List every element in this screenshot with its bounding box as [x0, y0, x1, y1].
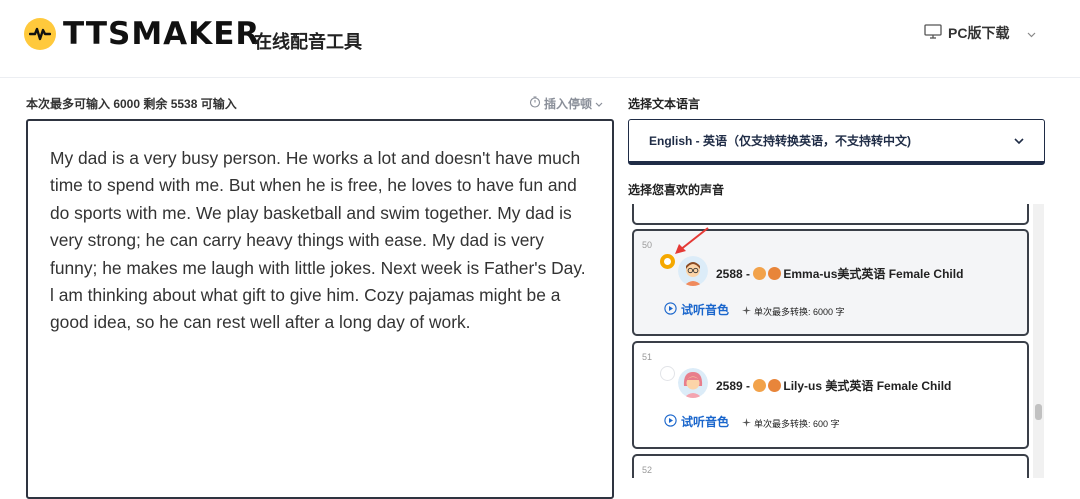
text-input-area[interactable]: My dad is a very busy person. He works a… [26, 119, 614, 499]
brand-subtitle: 在线配音工具 [254, 32, 362, 53]
play-circle-icon [664, 301, 677, 318]
voice-name: 2589 - Lily-us 美式英语 Female Child [716, 377, 951, 394]
listen-voice-button[interactable]: 试听音色 [664, 413, 729, 430]
language-section-title: 选择文本语言 [628, 97, 701, 111]
pc-download-menu[interactable]: PC版下载 [924, 23, 1036, 43]
child-emoji-icon [753, 379, 767, 392]
child-emoji-icon [768, 379, 782, 392]
child-avatar-icon [678, 368, 708, 398]
logo-mark-icon [24, 18, 56, 50]
annotation-arrow [675, 227, 709, 254]
child-emoji-icon [768, 267, 782, 280]
voice-radio[interactable] [660, 366, 675, 381]
chevron-down-icon [595, 97, 603, 111]
voice-name: 2588 - Emma-us美式英语 Female Child [716, 265, 963, 282]
brand-name: TTSMAKER [63, 16, 261, 52]
insert-pause-button[interactable]: 插入停顿 [529, 95, 603, 112]
input-limit-label: 本次最多可输入 6000 剩余 5538 可输入 [26, 97, 237, 111]
child-avatar-icon [678, 256, 708, 286]
listen-label: 试听音色 [681, 303, 730, 317]
voice-id: 2588 - [716, 267, 754, 281]
play-circle-icon [664, 413, 677, 430]
voice-limit: 单次最多转换: 600 字 [742, 417, 840, 430]
language-select[interactable]: English - 英语（仅支持转换英语，不支持转中文) [628, 119, 1045, 165]
chevron-down-icon [1014, 134, 1024, 148]
monitor-icon [924, 24, 942, 42]
voice-limit-text: 单次最多转换: 6000 字 [754, 307, 845, 317]
voice-list-scrollbar[interactable] [1033, 204, 1044, 478]
voice-index: 52 [642, 465, 653, 475]
voice-card[interactable]: 52 [632, 454, 1029, 478]
sparkle-icon [742, 418, 751, 429]
listen-label: 试听音色 [681, 415, 730, 429]
voice-card[interactable] [632, 204, 1029, 225]
pc-download-label: PC版下载 [948, 25, 1010, 41]
scrollbar-thumb[interactable] [1035, 404, 1042, 420]
voice-index: 51 [642, 352, 653, 362]
listen-voice-button[interactable]: 试听音色 [664, 301, 729, 318]
voice-index: 50 [642, 240, 653, 250]
brand-logo[interactable]: TTSMAKER [24, 16, 260, 52]
app-header: TTSMAKER 在线配音工具 PC版下载 [0, 0, 1080, 78]
voice-limit: 单次最多转换: 6000 字 [742, 305, 845, 318]
chevron-down-icon [1027, 25, 1036, 41]
child-emoji-icon [753, 267, 767, 280]
voice-label: Emma-us美式英语 Female Child [783, 267, 964, 281]
voice-section-title: 选择您喜欢的声音 [628, 183, 725, 197]
sparkle-icon [742, 306, 751, 317]
voice-limit-text: 单次最多转换: 600 字 [754, 419, 840, 429]
input-text[interactable]: My dad is a very busy person. He works a… [50, 145, 590, 337]
timer-icon [529, 96, 541, 111]
voice-id: 2589 - [716, 379, 754, 393]
insert-pause-label: 插入停顿 [544, 97, 593, 111]
voice-card[interactable]: 51 2589 - Lily-us 美式英语 Female Child 试听音色 [632, 341, 1029, 449]
voice-label: Lily-us 美式英语 Female Child [783, 379, 952, 393]
language-selected-value: English - 英语（仅支持转换英语，不支持转中文) [649, 134, 911, 148]
